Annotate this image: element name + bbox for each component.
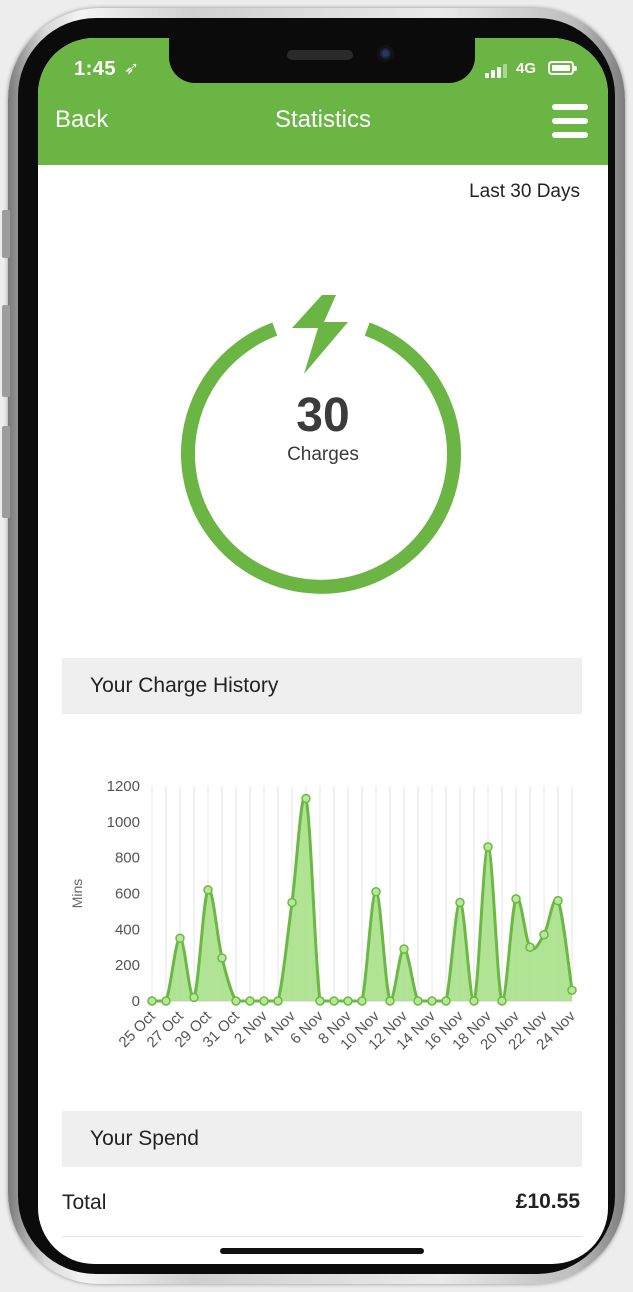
data-point [371,886,381,897]
status-time: 1:45 [74,58,117,80]
y-tick-label: 800 [115,850,140,867]
page-title: Statistics [274,106,372,133]
data-point [259,996,269,1006]
data-point [553,895,563,906]
charge-history-chart: 020040060080010001200Mins25 Oct27 Oct29 … [69,778,579,1053]
charge-history-header: Your Charge History [62,658,582,714]
data-point [315,996,325,1006]
data-point [441,996,451,1006]
data-point [203,885,213,895]
volume-up-button [2,305,10,397]
data-point [399,944,409,954]
data-point [357,996,367,1006]
header-bar: 1:45 ➶ 4G Back Statistics [38,38,608,165]
mute-switch [2,210,10,258]
spend-header: Your Spend [62,1111,582,1167]
data-point [329,996,339,1006]
hamburger-menu-icon[interactable] [552,104,588,138]
data-point [161,996,171,1006]
data-point [217,953,227,963]
volume-down-button [2,426,10,518]
y-tick-label: 1000 [107,814,140,831]
data-point [189,992,199,1003]
charges-label: Charges [287,444,359,465]
front-camera [377,45,394,62]
data-point [483,842,493,852]
period-selector[interactable]: Last 30 Days [469,181,580,203]
data-point [455,897,465,908]
battery-icon [548,61,577,75]
data-point [427,996,437,1006]
divider [62,1236,582,1237]
y-tick-label: 0 [132,993,140,1010]
data-point [469,996,479,1006]
home-indicator [220,1248,424,1254]
data-point [301,793,311,804]
app-screen: 1:45 ➶ 4G Back Statistics Last 30 Days 3… [38,38,608,1264]
notch [169,38,475,83]
total-value: £10.55 [515,1190,580,1213]
data-point [525,942,535,952]
data-point [413,996,423,1006]
data-point [497,996,507,1006]
signal-icon [485,62,511,78]
data-point [567,985,577,995]
total-label: Total [62,1191,107,1214]
data-point [231,996,241,1006]
data-point [287,897,297,908]
data-point [539,929,549,940]
location-arrow-icon: ➶ [124,58,140,78]
data-point [245,996,255,1006]
y-tick-label: 600 [115,886,140,903]
data-point [385,996,395,1006]
data-point [147,996,157,1006]
y-tick-label: 200 [115,957,140,974]
data-point [273,996,283,1006]
y-axis-label: Mins [69,879,85,909]
data-point [175,933,185,944]
charges-count: 30 [296,389,350,442]
lightning-bolt-icon [292,295,348,374]
data-point [343,996,353,1006]
network-type: 4G [516,60,537,77]
speaker-grille [287,50,353,60]
data-point [511,894,521,904]
y-tick-label: 1200 [107,778,140,795]
y-tick-label: 400 [115,921,140,938]
